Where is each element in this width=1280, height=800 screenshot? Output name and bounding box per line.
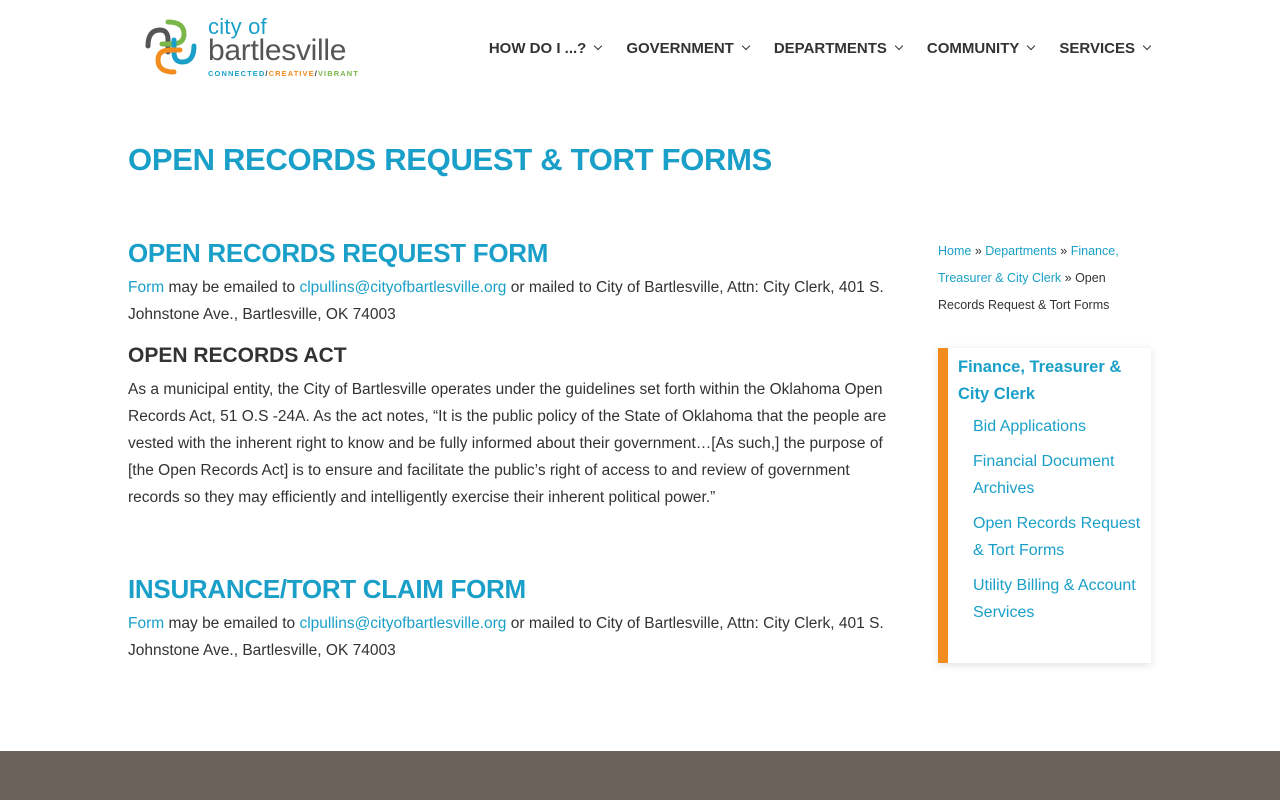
- breadcrumb: Home » Departments » Finance, Treasurer …: [938, 244, 1119, 312]
- chevron-down-icon: [1027, 41, 1036, 51]
- email-link[interactable]: clpullins@cityofbartlesville.org: [299, 279, 506, 296]
- subnav-item-bid-applications[interactable]: Bid Applications: [973, 413, 1141, 440]
- logo-wordmark: city of bartlesville CONNECTED/CREATIVE/…: [208, 15, 359, 78]
- section-text: As a municipal entity, the City of Bartl…: [128, 381, 887, 506]
- nav-how-do-i[interactable]: HOW DO I ...?: [489, 36, 603, 60]
- bartlesville-logo-icon: [145, 19, 197, 75]
- site-header: city of bartlesville CONNECTED/CREATIVE/…: [0, 0, 1280, 96]
- main-nav: HOW DO I ...? GOVERNMENT DEPARTMENTS COM…: [464, 36, 1152, 60]
- form-link[interactable]: Form: [128, 615, 164, 632]
- section-text: Form may be emailed to clpullins@cityofb…: [128, 279, 884, 323]
- nav-government[interactable]: GOVERNMENT: [626, 36, 751, 60]
- email-link[interactable]: clpullins@cityofbartlesville.org: [299, 615, 506, 632]
- nav-services[interactable]: SERVICES: [1059, 36, 1152, 60]
- section-heading: OPEN RECORDS ACT: [128, 344, 347, 367]
- open-records-act-section: OPEN RECORDS ACT As a municipal entity, …: [128, 342, 888, 511]
- subnav-item-utility-billing[interactable]: Utility Billing & Account Services: [973, 572, 1141, 626]
- logo-tagline: CONNECTED/CREATIVE/VIBRANT: [208, 68, 359, 78]
- main-content: OPEN RECORDS REQUEST FORM Form may be em…: [128, 236, 888, 664]
- chevron-down-icon: [594, 41, 603, 51]
- nav-departments[interactable]: DEPARTMENTS: [774, 36, 904, 60]
- nav-community[interactable]: COMMUNITY: [927, 36, 1036, 60]
- breadcrumb-departments[interactable]: Departments: [985, 244, 1057, 258]
- site-footer: [0, 751, 1280, 800]
- insurance-tort-claim-form-section: INSURANCE/TORT CLAIM FORM Form may be em…: [128, 572, 888, 664]
- section-heading: INSURANCE/TORT CLAIM FORM: [128, 574, 526, 604]
- chevron-down-icon: [741, 41, 751, 51]
- open-records-request-form-section: OPEN RECORDS REQUEST FORM Form may be em…: [128, 236, 888, 328]
- site-logo[interactable]: city of bartlesville CONNECTED/CREATIVE/…: [140, 14, 380, 80]
- page-title: OPEN RECORDS REQUEST & TORT FORMS: [128, 142, 773, 177]
- breadcrumb-home[interactable]: Home: [938, 244, 971, 258]
- form-link[interactable]: Form: [128, 279, 164, 296]
- subnav-list: Bid Applications Financial Document Arch…: [958, 413, 1141, 626]
- section-heading: OPEN RECORDS REQUEST FORM: [128, 238, 549, 268]
- subnav-item-financial-document-archives[interactable]: Financial Document Archives: [973, 448, 1141, 502]
- logo-name-text: bartlesville: [208, 33, 347, 67]
- subnav-title[interactable]: Finance, Treasurer & City Clerk: [958, 354, 1141, 408]
- section-text: Form may be emailed to clpullins@cityofb…: [128, 615, 884, 659]
- chevron-down-icon: [894, 41, 904, 51]
- section-subnav: Finance, Treasurer & City Clerk Bid Appl…: [938, 348, 1151, 663]
- chevron-down-icon: [1142, 41, 1152, 51]
- subnav-item-open-records[interactable]: Open Records Request & Tort Forms: [973, 510, 1141, 564]
